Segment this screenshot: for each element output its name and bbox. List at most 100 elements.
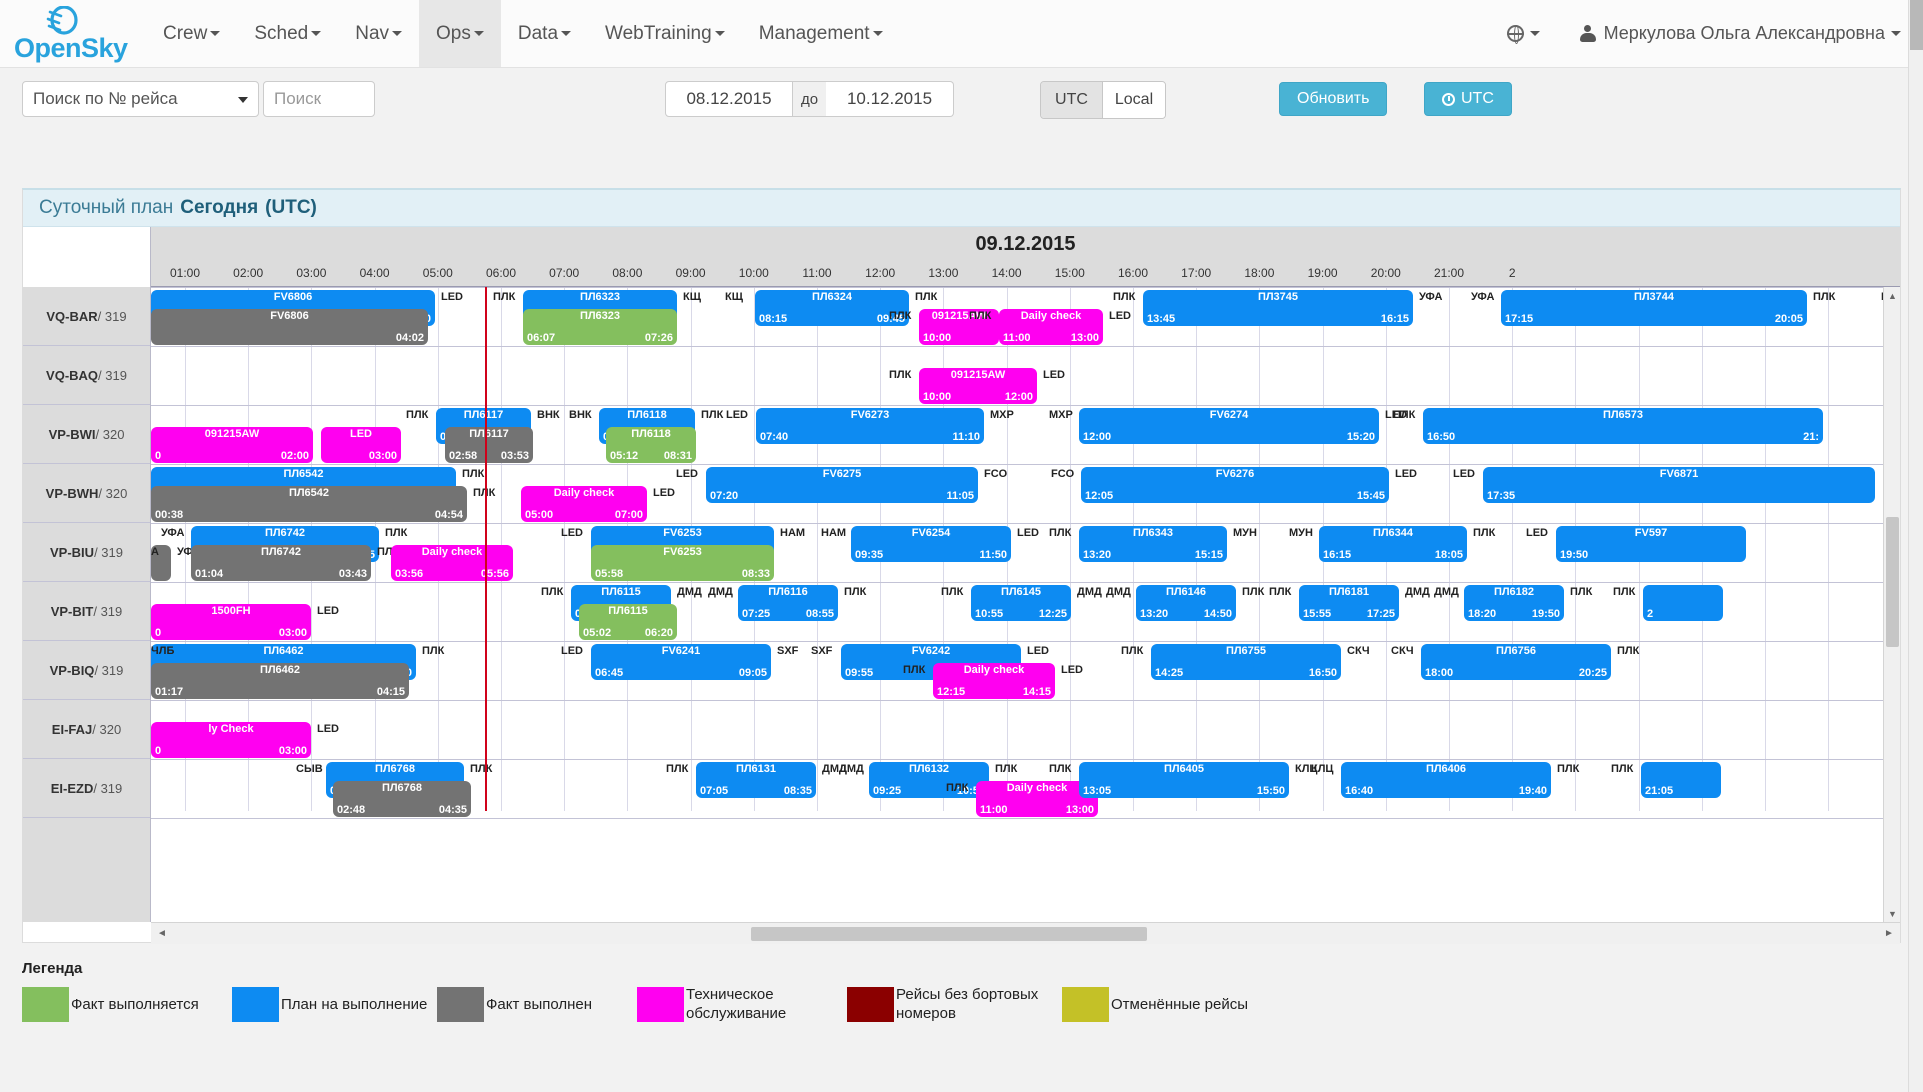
gantt-bar[interactable]: FV6871 17:35 — [1483, 467, 1875, 503]
refresh-button[interactable]: Обновить — [1279, 82, 1388, 116]
timezone-local-button[interactable]: Local — [1103, 82, 1165, 118]
gantt-bar[interactable]: 091215AW 0 02:00 — [151, 427, 313, 463]
search-input[interactable]: Поиск — [263, 81, 375, 117]
nav-item-nav[interactable]: Nav — [338, 0, 419, 67]
scroll-left-arrow[interactable]: ◄ — [151, 928, 173, 939]
gantt-bar[interactable]: ПЛ6117 02:58 03:53 — [445, 427, 533, 463]
scroll-up-arrow[interactable]: ▲ — [1884, 287, 1900, 304]
gantt-bar-end-time: 20:05 — [1774, 313, 1803, 325]
gantt-bar[interactable]: FV6806 04:02 — [151, 309, 428, 345]
language-selector[interactable] — [1506, 25, 1540, 44]
nav-item-ops[interactable]: Ops — [419, 0, 501, 67]
gantt-bar-flight: ПЛ6755 — [1225, 645, 1267, 657]
aircraft-row-label[interactable]: VP-BWH / 320 — [23, 464, 150, 523]
nav-item-sched[interactable]: Sched — [237, 0, 338, 67]
gantt-bar[interactable]: ПЛ6132 09:25 10:55 — [869, 762, 989, 798]
gantt-date-header: 09.12.2015 — [151, 227, 1900, 262]
gantt-bar[interactable]: ПЛ6118 05:12 08:31 — [606, 427, 696, 463]
gantt-bar[interactable]: FV597 19:50 — [1556, 526, 1746, 562]
gantt-bar[interactable]: FV6253 05:58 08:33 — [591, 545, 774, 581]
legend-swatch — [847, 986, 894, 1022]
legend-label: План на выполнение — [281, 995, 428, 1013]
nav-item-data[interactable]: Data — [501, 0, 588, 67]
gantt-bar[interactable]: ПЛ6116 07:25 08:55 — [738, 585, 838, 621]
page-scroll-thumb[interactable] — [1910, 0, 1923, 50]
gantt-bar[interactable]: ПЛ6115 05:02 06:20 — [579, 604, 677, 640]
gantt-bar[interactable]: ПЛ6573 16:50 21: — [1423, 408, 1823, 444]
departure-airport-code: ПЛК — [666, 763, 689, 775]
aircraft-row-label[interactable]: VP-BWI / 320 — [23, 405, 150, 464]
scroll-down-arrow[interactable]: ▼ — [1884, 905, 1900, 922]
gantt-bar[interactable]: ПЛ3745 13:45 16:15 — [1143, 290, 1413, 326]
gantt-bar[interactable]: ПЛ6742 01:04 03:43 — [191, 545, 371, 581]
gantt-bar[interactable]: ПЛ6145 10:55 12:25 — [971, 585, 1071, 621]
arrival-airport-code: ПЛК — [701, 409, 724, 421]
gantt-bar[interactable]: LED 03:00 — [321, 427, 401, 463]
gantt-bar[interactable]: ПЛ6405 13:05 15:50 — [1079, 762, 1289, 798]
nav-item-webtraining[interactable]: WebTraining — [588, 0, 742, 67]
date-from-input[interactable]: 08.12.2015 — [665, 81, 793, 117]
gantt-bar[interactable]: Daily check 11:00 13:00 — [999, 309, 1103, 345]
clock-icon — [1442, 92, 1455, 106]
opensky-logo[interactable]: OpenSky — [12, 5, 128, 63]
aircraft-row-label[interactable]: EI-FAJ / 320 — [23, 700, 150, 759]
gantt-bar-start-time: 12:05 — [1085, 490, 1114, 502]
gantt-bar[interactable]: 091215AW 10:00 12:00 — [919, 368, 1037, 404]
search-type-select[interactable]: Поиск по № рейса — [22, 81, 259, 117]
aircraft-row-label[interactable]: EI-EZD / 319 — [23, 759, 150, 818]
gantt-bar[interactable]: ПЛ6343 13:20 15:15 — [1079, 526, 1227, 562]
gantt-bar[interactable]: 1500FH 0 03:00 — [151, 604, 311, 640]
gantt-bar[interactable]: ПЛ6755 14:25 16:50 — [1151, 644, 1341, 680]
gantt-bar[interactable]: ПЛ6182 18:20 19:50 — [1464, 585, 1564, 621]
gantt-canvas[interactable]: FV680604:10LEDFV680604:02ПЛ632305:5007:2… — [151, 287, 1900, 922]
departure-airport-code: LED — [1453, 468, 1475, 480]
gantt-bar[interactable]: ПЛ6542 00:38 04:54 — [151, 486, 467, 522]
gantt-bar[interactable]: ПЛ6323 06:07 07:26 — [523, 309, 677, 345]
grid-rowline — [151, 346, 1900, 347]
gantt-bar[interactable]: ПЛ6181 15:55 17:25 — [1299, 585, 1399, 621]
gantt-bar[interactable]: FV6276 12:05 15:45 — [1081, 467, 1389, 503]
gantt-bar[interactable]: ly Check 0 03:00 — [151, 722, 311, 758]
scroll-right-arrow[interactable]: ► — [1878, 928, 1900, 939]
gantt-bar[interactable]: FV6254 09:35 11:50 — [851, 526, 1011, 562]
aircraft-row-label[interactable]: VP-BIT / 319 — [23, 582, 150, 641]
aircraft-row-label[interactable]: VQ-BAQ / 319 — [23, 346, 150, 405]
gantt-bar[interactable]: FV6241 06:45 09:05 — [591, 644, 771, 680]
vertical-scroll-thumb[interactable] — [1886, 517, 1899, 647]
aircraft-row-label[interactable]: VP-BIQ / 319 — [23, 641, 150, 700]
legend-item: Техническое обслуживание — [637, 985, 847, 1023]
nav-item-crew[interactable]: Crew — [146, 0, 237, 67]
aircraft-row-label[interactable]: VQ-BAR / 319 — [23, 287, 150, 346]
page-scrollbar[interactable] — [1908, 0, 1923, 1092]
gantt-bar[interactable]: 2 — [1643, 585, 1723, 621]
gantt-bar[interactable]: Daily check 12:15 14:15 — [933, 663, 1055, 699]
gantt-bar-flight: ПЛ6462 — [263, 645, 304, 657]
vertical-scrollbar[interactable]: ▲ ▼ — [1883, 287, 1900, 922]
aircraft-row-label[interactable]: VP-BIU / 319 — [23, 523, 150, 582]
gantt-bar[interactable]: ПЛ6768 02:48 04:35 — [333, 781, 471, 817]
user-menu[interactable]: Меркулова Ольга Александровна — [1579, 23, 1901, 44]
gantt-bar[interactable]: 21:05 — [1641, 762, 1721, 798]
timezone-utc-button[interactable]: UTC — [1041, 82, 1103, 118]
gantt-bar-flight: ПЛ6116 — [768, 586, 808, 598]
gantt-bar[interactable]: Daily check 03:56 05:56 — [391, 545, 513, 581]
gantt-bar[interactable]: FV6274 12:00 15:20 — [1079, 408, 1379, 444]
horizontal-scroll-thumb[interactable] — [751, 927, 1147, 941]
gantt-bar[interactable]: ПЛ6756 18:00 20:25 — [1421, 644, 1611, 680]
gantt-bar[interactable]: ПЛ6462 01:17 04:15 — [151, 663, 409, 699]
horizontal-scrollbar[interactable]: ◄ ► — [151, 922, 1900, 944]
gantt-bar[interactable]: Daily check 05:00 07:00 — [521, 486, 647, 522]
gantt-bar-flight: FV6806 — [273, 291, 313, 303]
utc-clock-button[interactable]: UTC — [1424, 82, 1512, 116]
nav-item-management[interactable]: Management — [742, 0, 900, 67]
gantt-bar[interactable]: ПЛ6131 07:05 08:35 — [696, 762, 816, 798]
date-to-input[interactable]: 10.12.2015 — [826, 81, 954, 117]
gantt-bar[interactable]: FV6275 07:20 11:05 — [706, 467, 978, 503]
gantt-bar[interactable]: FV6273 07:40 11:10 — [756, 408, 984, 444]
gantt-bar[interactable]: ПЛ6146 13:20 14:50 — [1136, 585, 1236, 621]
gantt-bar[interactable]: ПЛ3744 17:15 20:05 — [1501, 290, 1807, 326]
gantt-bar[interactable]: ПЛ6324 08:15 09:45 — [755, 290, 909, 326]
gantt-bar[interactable]: ПЛ6406 16:40 19:40 — [1341, 762, 1551, 798]
gantt-bar[interactable]: ПЛ6344 16:15 18:05 — [1319, 526, 1467, 562]
time-tick: 01:00 — [169, 266, 201, 280]
